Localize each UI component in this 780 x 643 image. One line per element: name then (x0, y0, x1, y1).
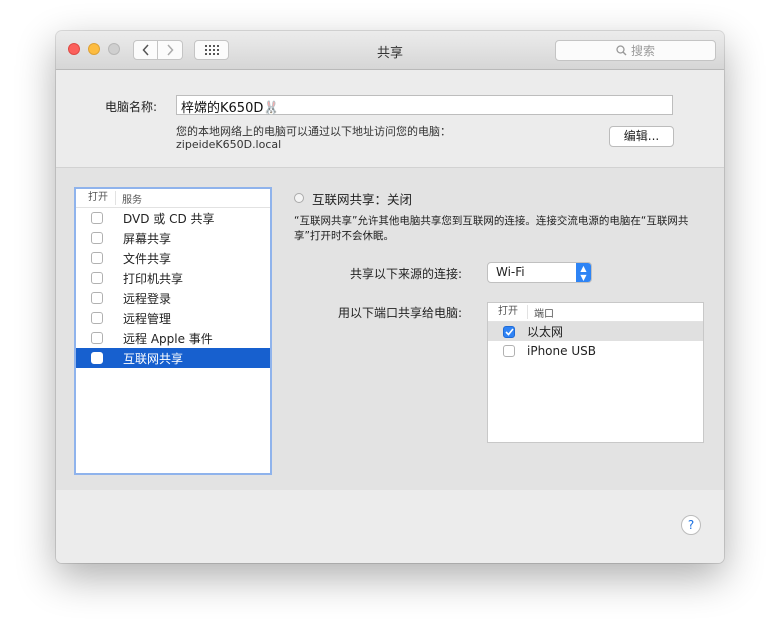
port-row[interactable]: iPhone USB (488, 341, 703, 360)
header-on[interactable]: 打开 (76, 191, 116, 205)
bottom-section (56, 490, 724, 563)
service-row[interactable]: 屏幕共享 (76, 228, 270, 248)
help-button[interactable]: ? (681, 515, 701, 535)
share-from-label: 共享以下来源的连接: (350, 267, 463, 281)
service-label: 互联网共享 (123, 351, 184, 366)
service-row[interactable]: 远程管理 (76, 308, 270, 328)
service-checkbox[interactable] (91, 352, 103, 364)
sharing-window: 共享 搜索 电脑名称: 梓嫦的K650D🐰 您的本地网络上的电脑可以通过以下地址… (56, 31, 724, 563)
sharing-description: “互联网共享”允许其他电脑共享您到互联网的连接。连接交流电源的电脑在“互联网共享… (294, 215, 689, 242)
service-row[interactable]: 互联网共享 (76, 348, 270, 368)
search-field[interactable]: 搜索 (555, 40, 716, 61)
service-checkbox[interactable] (91, 312, 103, 324)
main-section: 打开 服务 DVD 或 CD 共享 屏幕共享文件共享打印机共享远程登录远程管理远程… (56, 168, 724, 490)
edit-button[interactable]: 编辑... (609, 126, 674, 147)
service-label: 文件共享 (123, 251, 172, 266)
checkmark-icon (504, 327, 514, 336)
services-list-header: 打开 服务 (76, 189, 270, 208)
service-checkbox[interactable] (91, 252, 103, 264)
service-checkbox[interactable] (91, 272, 103, 284)
search-placeholder: 搜索 (630, 44, 655, 58)
service-label: 远程登录 (123, 291, 172, 306)
ports-list-header: 打开 端口 (488, 303, 703, 322)
service-label: DVD 或 CD 共享 (123, 211, 215, 226)
header-service[interactable]: 服务 (116, 191, 142, 206)
port-checkbox[interactable] (503, 344, 515, 357)
local-address: zipeideK650D.local (176, 138, 282, 151)
service-label: 打印机共享 (123, 271, 184, 286)
service-row[interactable]: 远程 Apple 事件 (76, 328, 270, 348)
port-label: 以太网 (527, 325, 564, 339)
search-icon (616, 45, 627, 56)
service-label: 屏幕共享 (123, 231, 172, 246)
computer-name-field[interactable]: 梓嫦的K650D🐰 (176, 95, 673, 116)
sharing-status: 互联网共享：关闭 (312, 192, 413, 207)
ports-list: 打开 端口 以太网 iPhone USB (487, 302, 704, 443)
sharing-status-indicator (294, 193, 304, 203)
computer-name-label: 电脑名称: (105, 100, 158, 114)
service-checkbox[interactable] (91, 332, 103, 344)
port-row[interactable]: 以太网 (488, 322, 703, 341)
address-note: 您的本地网络上的电脑可以通过以下地址访问您的电脑： (176, 125, 451, 138)
service-checkbox[interactable] (91, 212, 103, 224)
service-row[interactable]: DVD 或 CD 共享 (76, 208, 270, 228)
ports-header-port[interactable]: 端口 (528, 305, 554, 320)
service-checkbox[interactable] (91, 232, 103, 244)
updown-arrows-icon: ▲ ▼ (576, 263, 591, 282)
services-list: 打开 服务 DVD 或 CD 共享 屏幕共享文件共享打印机共享远程登录远程管理远程… (74, 187, 272, 475)
port-checkbox[interactable] (503, 325, 515, 338)
service-checkbox[interactable] (91, 292, 103, 304)
service-row[interactable]: 远程登录 (76, 288, 270, 308)
service-label: 远程管理 (123, 311, 172, 326)
ports-header-on[interactable]: 打开 (488, 305, 528, 319)
ports-label: 用以下端口共享给电脑: (338, 306, 463, 320)
service-label: 远程 Apple 事件 (123, 331, 213, 346)
titlebar: 共享 搜索 (56, 31, 724, 70)
port-label: iPhone USB (527, 343, 596, 358)
share-from-value: Wi-Fi (496, 265, 525, 279)
share-from-select[interactable]: Wi-Fi ▲ ▼ (487, 262, 592, 283)
service-row[interactable]: 打印机共享 (76, 268, 270, 288)
computer-name-section: 电脑名称: 梓嫦的K650D🐰 您的本地网络上的电脑可以通过以下地址访问您的电脑… (56, 70, 724, 168)
service-row[interactable]: 文件共享 (76, 248, 270, 268)
